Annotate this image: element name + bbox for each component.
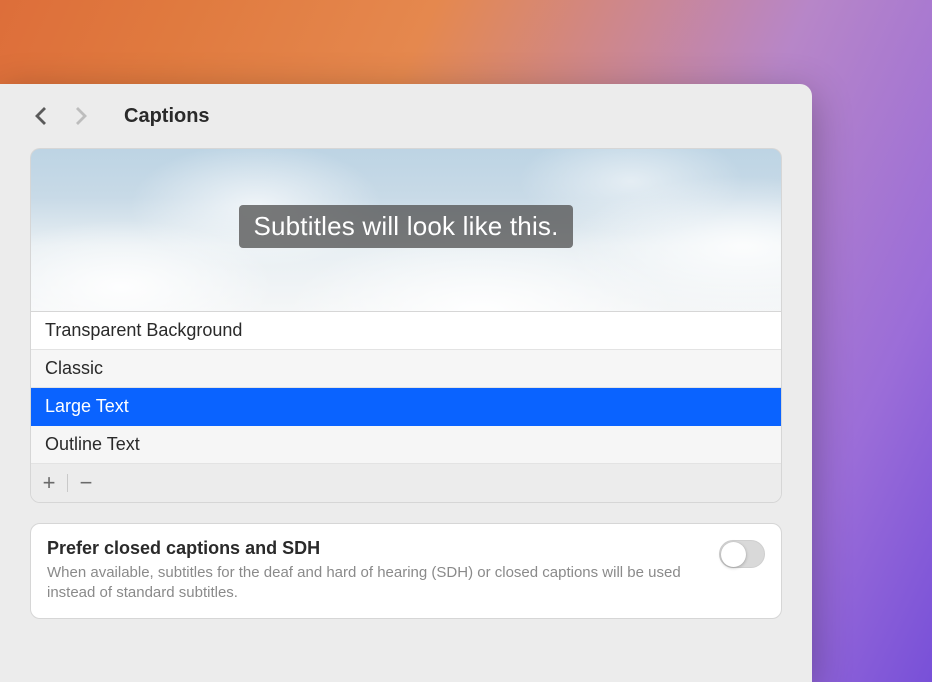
sdh-toggle[interactable] xyxy=(719,540,765,568)
style-row-label: Classic xyxy=(45,358,103,378)
caption-style-list: Transparent Background Classic Large Tex… xyxy=(30,311,782,503)
subtitle-sample-text: Subtitles will look like this. xyxy=(239,205,572,248)
style-row-classic[interactable]: Classic xyxy=(31,350,781,388)
style-row-outline-text[interactable]: Outline Text xyxy=(31,426,781,464)
plus-icon: + xyxy=(43,470,56,496)
chevron-right-icon xyxy=(74,105,88,127)
page-title: Captions xyxy=(124,105,210,128)
chevron-left-icon xyxy=(34,105,48,127)
sdh-text-block: Prefer closed captions and SDH When avai… xyxy=(47,538,699,604)
style-list-footer: + − xyxy=(31,464,781,502)
forward-button[interactable] xyxy=(70,102,92,130)
style-row-label: Large Text xyxy=(45,396,129,416)
back-button[interactable] xyxy=(30,102,52,130)
sdh-preference-card: Prefer closed captions and SDH When avai… xyxy=(30,523,782,619)
style-row-label: Outline Text xyxy=(45,434,140,454)
style-row-large-text[interactable]: Large Text xyxy=(31,388,781,426)
nav-arrows xyxy=(30,102,92,130)
sdh-title: Prefer closed captions and SDH xyxy=(47,538,699,559)
sdh-description: When available, subtitles for the deaf a… xyxy=(47,563,699,604)
minus-icon: − xyxy=(80,470,93,496)
captions-settings-window: Captions Subtitles will look like this. … xyxy=(0,84,812,682)
toggle-knob xyxy=(721,542,746,567)
header: Captions xyxy=(30,102,782,130)
style-row-label: Transparent Background xyxy=(45,320,242,340)
add-style-button[interactable]: + xyxy=(31,464,67,502)
remove-style-button[interactable]: − xyxy=(68,464,104,502)
style-row-transparent-background[interactable]: Transparent Background xyxy=(31,312,781,350)
caption-preview: Subtitles will look like this. xyxy=(30,148,782,311)
